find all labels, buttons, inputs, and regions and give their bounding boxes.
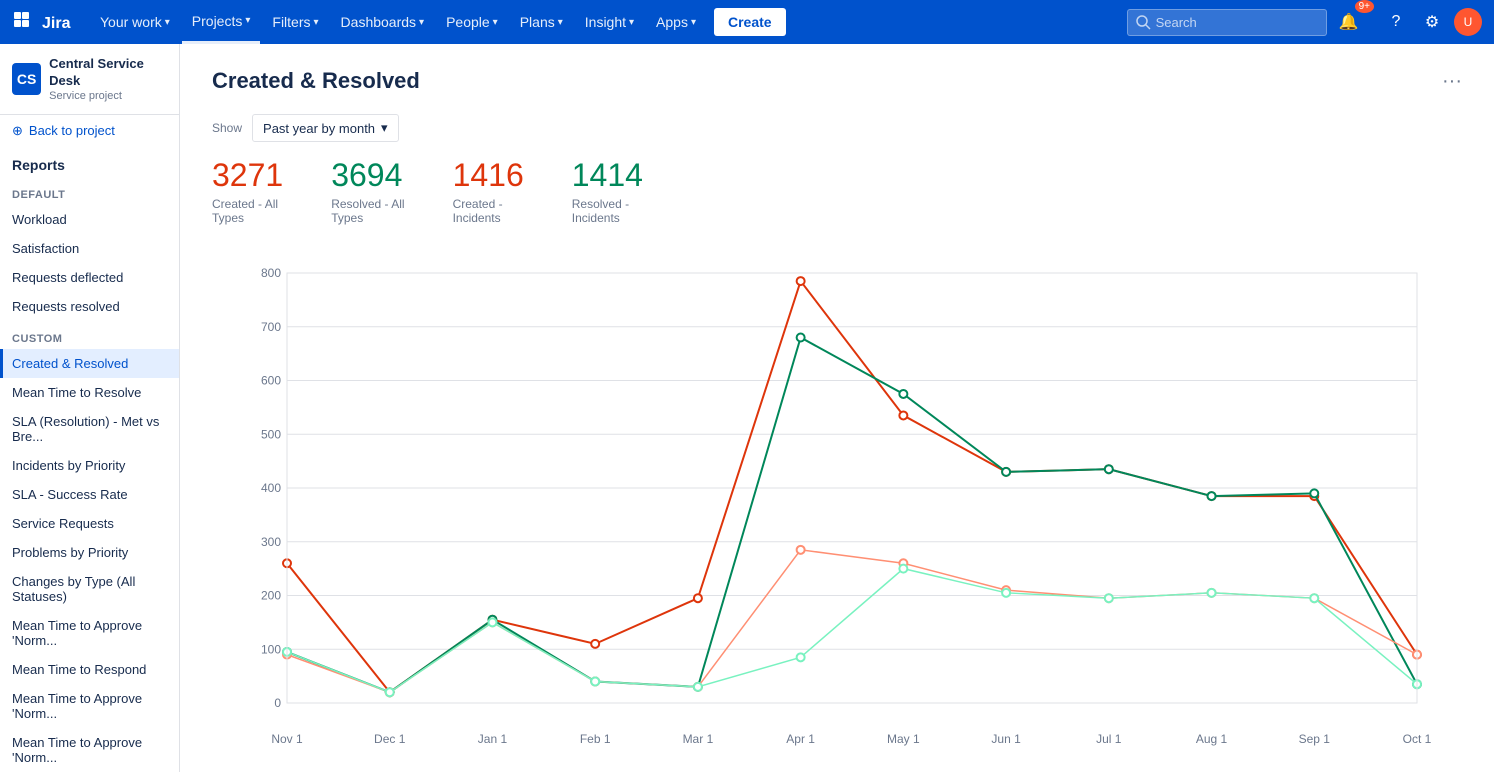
stat-number-resolved-incidents: 1414	[572, 158, 643, 193]
sidebar-item-mean-time-approve3[interactable]: Mean Time to Approve 'Norm...	[0, 728, 179, 772]
nav-insight[interactable]: Insight▾	[575, 0, 644, 44]
stat-resolved-all: 3694 Resolved - AllTypes	[331, 158, 404, 225]
app-logo[interactable]: Jira	[12, 10, 82, 34]
svg-text:Jira: Jira	[42, 15, 71, 32]
stat-label-created-all: Created - AllTypes	[212, 197, 283, 225]
sidebar-item-sla-success[interactable]: SLA - Success Rate	[0, 480, 179, 509]
stat-number-created-all: 3271	[212, 158, 283, 193]
show-label: Show	[212, 121, 242, 135]
help-button[interactable]: ?	[1382, 8, 1410, 36]
svg-text:700: 700	[261, 320, 281, 334]
nav-plans[interactable]: Plans▾	[510, 0, 573, 44]
default-section-label: DEFAULT	[0, 177, 179, 205]
svg-text:Jul 1: Jul 1	[1096, 732, 1122, 746]
sidebar-item-mean-time-resolve[interactable]: Mean Time to Resolve	[0, 378, 179, 407]
sidebar-item-incidents-priority[interactable]: Incidents by Priority	[0, 451, 179, 480]
settings-button[interactable]: ⚙	[1418, 8, 1446, 36]
main-content: Created & Resolved ··· Show Past year by…	[180, 44, 1494, 772]
custom-section-label: CUSTOM	[0, 321, 179, 349]
sidebar-item-sla-resolution[interactable]: SLA (Resolution) - Met vs Bre...	[0, 407, 179, 451]
svg-text:Sep 1: Sep 1	[1299, 732, 1331, 746]
stat-created-all: 3271 Created - AllTypes	[212, 158, 283, 225]
sidebar-item-created-resolved[interactable]: Created & Resolved	[0, 349, 179, 378]
nav-your-work[interactable]: Your work▾	[90, 0, 180, 44]
stats-row: 3271 Created - AllTypes 3694 Resolved - …	[212, 158, 1462, 225]
chart-container: 0 100 200 300 400 500 600 700 800 Nov 1 Dec 1 Jan 1…	[212, 253, 1462, 756]
create-button[interactable]: Create	[714, 8, 786, 36]
sidebar-item-requests-resolved[interactable]: Requests resolved	[0, 292, 179, 321]
nav-projects[interactable]: Projects▾	[182, 0, 261, 44]
sidebar-item-mean-time-approve2[interactable]: Mean Time to Approve 'Norm...	[0, 684, 179, 728]
svg-text:200: 200	[261, 589, 281, 603]
svg-text:0: 0	[274, 696, 281, 710]
svg-text:300: 300	[261, 535, 281, 549]
svg-text:Apr 1: Apr 1	[786, 732, 815, 746]
stat-label-resolved-incidents: Resolved -Incidents	[572, 197, 643, 225]
nav-dashboards[interactable]: Dashboards▾	[331, 0, 435, 44]
svg-text:Jun 1: Jun 1	[991, 732, 1021, 746]
svg-text:Jan 1: Jan 1	[478, 732, 508, 746]
nav-menu: Your work▾ Projects▾ Filters▾ Dashboards…	[90, 0, 1119, 44]
notifications-button[interactable]: 🔔 9+	[1335, 8, 1374, 36]
svg-text:May 1: May 1	[887, 732, 920, 746]
svg-text:Mar 1: Mar 1	[683, 732, 714, 746]
stat-label-created-incidents: Created -Incidents	[453, 197, 524, 225]
svg-text:Oct 1: Oct 1	[1403, 732, 1432, 746]
search-input[interactable]	[1127, 9, 1327, 36]
back-to-project[interactable]: ⊕ Back to project	[0, 115, 179, 147]
svg-text:Dec 1: Dec 1	[374, 732, 406, 746]
nav-apps[interactable]: Apps▾	[646, 0, 706, 44]
avatar[interactable]: U	[1454, 8, 1482, 36]
period-dropdown[interactable]: Past year by month ▾	[252, 114, 399, 142]
page-title-row: Created & Resolved ···	[212, 68, 1462, 94]
stat-resolved-incidents: 1414 Resolved -Incidents	[572, 158, 643, 225]
jira-wordmark: Jira	[42, 12, 82, 32]
project-header: CS Central Service Desk Service project	[0, 44, 179, 115]
sidebar-item-workload[interactable]: Workload	[0, 205, 179, 234]
svg-text:Nov 1: Nov 1	[271, 732, 303, 746]
nav-right: 🔔 9+ ? ⚙ U	[1127, 8, 1482, 36]
stat-number-created-incidents: 1416	[453, 158, 524, 193]
line-chart: 0 100 200 300 400 500 600 700 800 Nov 1 Dec 1 Jan 1…	[212, 253, 1462, 753]
show-row: Show Past year by month ▾	[212, 114, 1462, 142]
svg-text:Aug 1: Aug 1	[1196, 732, 1228, 746]
top-nav: Jira Your work▾ Projects▾ Filters▾ Dashb…	[0, 0, 1494, 44]
project-type: Service project	[49, 90, 167, 102]
search-icon	[1135, 14, 1151, 30]
sidebar-item-satisfaction[interactable]: Satisfaction	[0, 234, 179, 263]
svg-text:400: 400	[261, 481, 281, 495]
sidebar-item-requests-deflected[interactable]: Requests deflected	[0, 263, 179, 292]
grid-icon	[12, 10, 36, 34]
sidebar-item-service-requests[interactable]: Service Requests	[0, 509, 179, 538]
nav-filters[interactable]: Filters▾	[262, 0, 328, 44]
project-name: Central Service Desk	[49, 56, 167, 90]
svg-text:Feb 1: Feb 1	[580, 732, 611, 746]
stat-number-resolved-all: 3694	[331, 158, 404, 193]
stat-label-resolved-all: Resolved - AllTypes	[331, 197, 404, 225]
layout: CS Central Service Desk Service project …	[0, 44, 1494, 772]
page-title: Created & Resolved	[212, 68, 420, 94]
svg-text:500: 500	[261, 427, 281, 441]
sidebar-item-mean-time-respond[interactable]: Mean Time to Respond	[0, 655, 179, 684]
stat-created-incidents: 1416 Created -Incidents	[453, 158, 524, 225]
sidebar-item-changes-type[interactable]: Changes by Type (All Statuses)	[0, 567, 179, 611]
reports-header: Reports	[0, 147, 179, 177]
svg-text:800: 800	[261, 266, 281, 280]
sidebar-item-mean-time-approve1[interactable]: Mean Time to Approve 'Norm...	[0, 611, 179, 655]
svg-text:600: 600	[261, 374, 281, 388]
nav-people[interactable]: People▾	[436, 0, 508, 44]
more-options-button[interactable]: ···	[1442, 70, 1462, 93]
project-icon: CS	[12, 63, 41, 95]
sidebar: CS Central Service Desk Service project …	[0, 44, 180, 772]
svg-text:100: 100	[261, 642, 281, 656]
sidebar-item-problems-priority[interactable]: Problems by Priority	[0, 538, 179, 567]
